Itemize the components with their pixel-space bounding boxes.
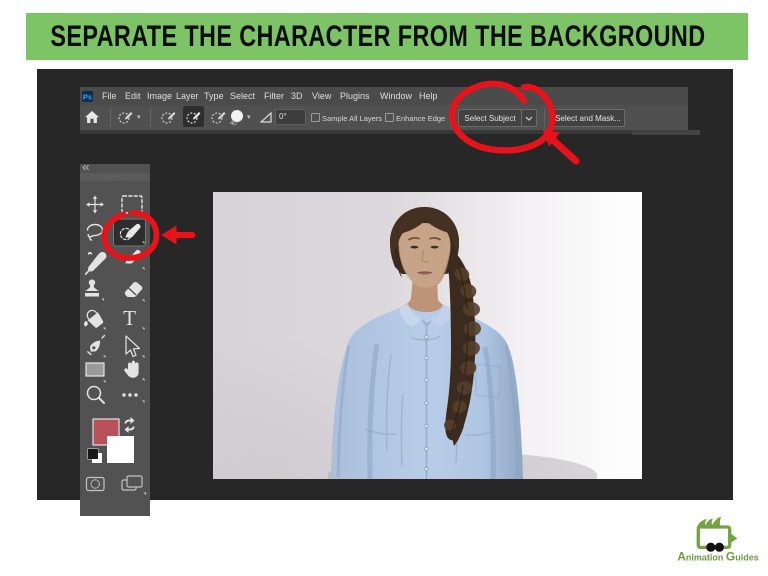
svg-text:Animation Guides: Animation Guides: [677, 550, 759, 564]
